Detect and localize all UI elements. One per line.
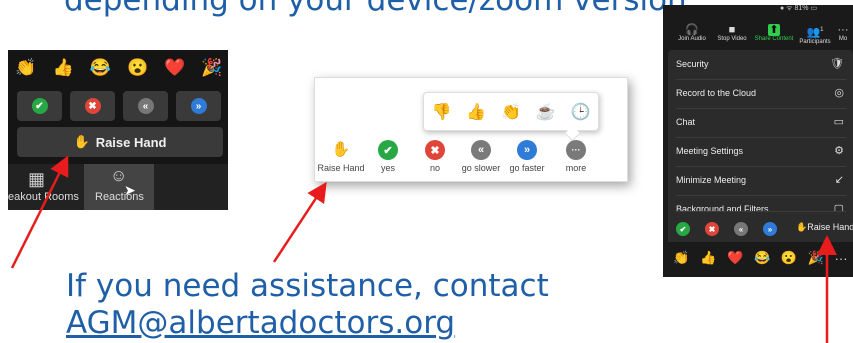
- annotation-arrows: [10, 155, 837, 343]
- arrow-to-raise-hand-light: [272, 181, 327, 263]
- arrow-to-raise-hand-dark: [10, 155, 69, 269]
